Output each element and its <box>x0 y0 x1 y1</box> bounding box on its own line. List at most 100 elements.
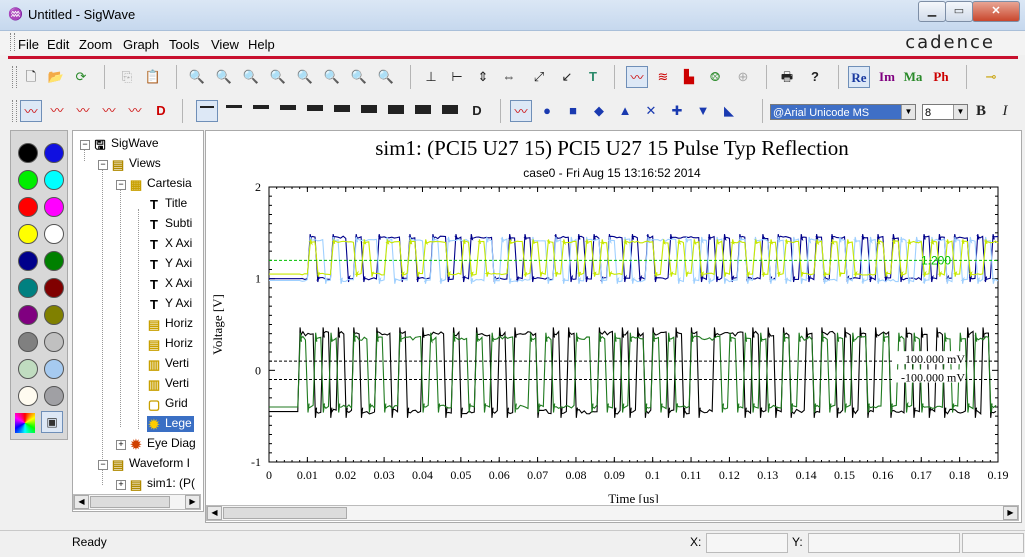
line-width-icon[interactable] <box>277 100 299 122</box>
chevron-down-icon[interactable]: ▼ <box>953 105 967 119</box>
tree-item[interactable]: T X Axi <box>147 236 192 252</box>
refresh-icon[interactable]: ⟳ <box>70 66 92 88</box>
line-width-icon[interactable] <box>412 100 434 122</box>
new-file-icon[interactable]: 🗋 <box>20 66 42 88</box>
zoom-out-icon[interactable]: 🔍 <box>213 66 235 88</box>
angle-marker-icon[interactable]: ↙ <box>556 66 578 88</box>
collapse-icon[interactable]: − <box>80 140 90 150</box>
delta-x-marker-icon[interactable]: ⇔ <box>498 66 520 88</box>
horizontal-marker-icon[interactable]: ⊥ <box>420 66 442 88</box>
color-swatch[interactable] <box>18 224 38 244</box>
zoom-fit-icon[interactable]: 🔍 <box>348 66 370 88</box>
menu-edit[interactable]: Edit <box>47 37 69 52</box>
toolbar-grip[interactable] <box>12 66 17 88</box>
tree-sim[interactable]: ▤ sim1: (P( <box>129 476 195 492</box>
marker-style-icon[interactable]: ▲ <box>614 100 636 122</box>
imaginary-part-button[interactable]: Im <box>876 66 898 88</box>
color-swatch[interactable] <box>44 278 64 298</box>
scroll-thumb[interactable] <box>223 507 347 519</box>
delta-y-marker-icon[interactable]: ⇕ <box>472 66 494 88</box>
menu-view[interactable]: View <box>211 37 239 52</box>
font-family-select[interactable]: @Arial Unicode MS ▼ <box>770 104 916 120</box>
expand-icon[interactable]: + <box>116 440 126 450</box>
color-swatch[interactable] <box>18 143 38 163</box>
line-width-default-icon[interactable]: D <box>466 100 488 122</box>
maximize-button[interactable]: ▭ <box>945 1 973 22</box>
color-swatch[interactable] <box>44 386 64 406</box>
tree-item[interactable]: T Y Axi <box>147 256 192 272</box>
zoom-in-icon[interactable]: 🔍 <box>186 66 208 88</box>
line-style-dashdot-icon[interactable]: 〰 <box>98 100 120 122</box>
color-swatch[interactable] <box>44 359 64 379</box>
menubar-grip[interactable] <box>10 33 15 51</box>
stacked-view-icon[interactable]: ≋ <box>652 66 674 88</box>
chevron-down-icon[interactable]: ▼ <box>901 105 915 119</box>
color-swatch[interactable] <box>18 251 38 271</box>
tree-item[interactable]: ✹ Lege <box>147 416 194 432</box>
eye-diagram-icon[interactable]: ⨷ <box>704 66 726 88</box>
marker-style-icon[interactable]: ◆ <box>588 100 610 122</box>
text-annotation-icon[interactable]: T <box>582 66 604 88</box>
color-swatch[interactable] <box>18 305 38 325</box>
menu-tools[interactable]: Tools <box>169 37 199 52</box>
vertical-marker-icon[interactable]: ⊢ <box>446 66 468 88</box>
plot-horizontal-scrollbar[interactable]: ◀ ▶ <box>206 505 1019 521</box>
marker-style-icon[interactable]: ✚ <box>666 100 688 122</box>
tree-item[interactable]: T X Axi <box>147 276 192 292</box>
tree-item[interactable]: T Y Axi <box>147 296 192 312</box>
italic-button[interactable]: I <box>994 100 1016 122</box>
line-style-dash-icon[interactable]: 〰 <box>46 100 68 122</box>
slope-marker-icon[interactable]: ⤢ <box>528 66 550 88</box>
color-swatch[interactable] <box>18 197 38 217</box>
color-swatch[interactable] <box>44 143 64 163</box>
print-icon[interactable]: 🖶 <box>776 66 798 88</box>
tree-item[interactable]: T Title <box>147 196 187 212</box>
collapse-icon[interactable]: − <box>116 180 126 190</box>
minimize-button[interactable]: ▁ <box>918 1 946 22</box>
line-style-solid-icon[interactable]: 〰 <box>20 100 42 122</box>
zoom-x-out-icon[interactable]: 🔍 <box>267 66 289 88</box>
tree-item[interactable]: ▢ Grid <box>147 396 188 412</box>
line-width-icon[interactable] <box>358 100 380 122</box>
fft-view-icon[interactable]: ▙ <box>678 66 700 88</box>
line-width-icon[interactable] <box>223 100 245 122</box>
color-swatch[interactable] <box>18 332 38 352</box>
color-swatch[interactable] <box>18 170 38 190</box>
toolbar-grip[interactable] <box>12 100 17 122</box>
color-swatch[interactable] <box>44 170 64 190</box>
color-swatch[interactable] <box>44 332 64 352</box>
menu-zoom[interactable]: Zoom <box>79 37 112 52</box>
tree-horizontal-scrollbar[interactable]: ◀ ▶ <box>73 494 201 510</box>
color-swatch[interactable] <box>44 224 64 244</box>
collapse-icon[interactable]: − <box>98 160 108 170</box>
polar-view-icon[interactable]: ⊕ <box>732 66 754 88</box>
collapse-icon[interactable]: − <box>98 460 108 470</box>
scroll-right-icon[interactable]: ▶ <box>1003 506 1018 520</box>
marker-style-icon[interactable]: ▼ <box>692 100 714 122</box>
menu-file[interactable]: File <box>18 37 39 52</box>
marker-style-icon[interactable]: ✕ <box>640 100 662 122</box>
scroll-right-icon[interactable]: ▶ <box>185 495 200 509</box>
copy-icon[interactable]: ⎘ <box>116 66 138 88</box>
color-swatch[interactable] <box>44 197 64 217</box>
real-part-button[interactable]: Re <box>848 66 870 88</box>
paste-icon[interactable]: 📋 <box>142 66 164 88</box>
line-width-icon[interactable] <box>439 100 461 122</box>
line-width-icon[interactable] <box>304 100 326 122</box>
tree-cartesian[interactable]: ▦ Cartesia <box>129 176 192 192</box>
magnitude-button[interactable]: Ma <box>902 66 924 88</box>
color-swatch[interactable] <box>18 359 38 379</box>
menu-help[interactable]: Help <box>248 37 275 52</box>
zoom-y-out-icon[interactable]: 🔍 <box>321 66 343 88</box>
color-swatch[interactable] <box>18 386 38 406</box>
tree-eye-diagram[interactable]: ✹ Eye Diag <box>129 436 196 452</box>
line-style-dot-icon[interactable]: 〰 <box>72 100 94 122</box>
line-style-dashdotdot-icon[interactable]: 〰 <box>124 100 146 122</box>
line-width-icon[interactable] <box>196 100 218 122</box>
line-style-default-icon[interactable]: D <box>150 100 172 122</box>
font-size-select[interactable]: 8 ▼ <box>922 104 968 120</box>
open-folder-icon[interactable]: 📂 <box>45 66 67 88</box>
scroll-left-icon[interactable]: ◀ <box>74 495 89 509</box>
tree-item[interactable]: ▥ Verti <box>147 356 189 372</box>
pin-icon[interactable]: ⊸ <box>980 66 1002 88</box>
